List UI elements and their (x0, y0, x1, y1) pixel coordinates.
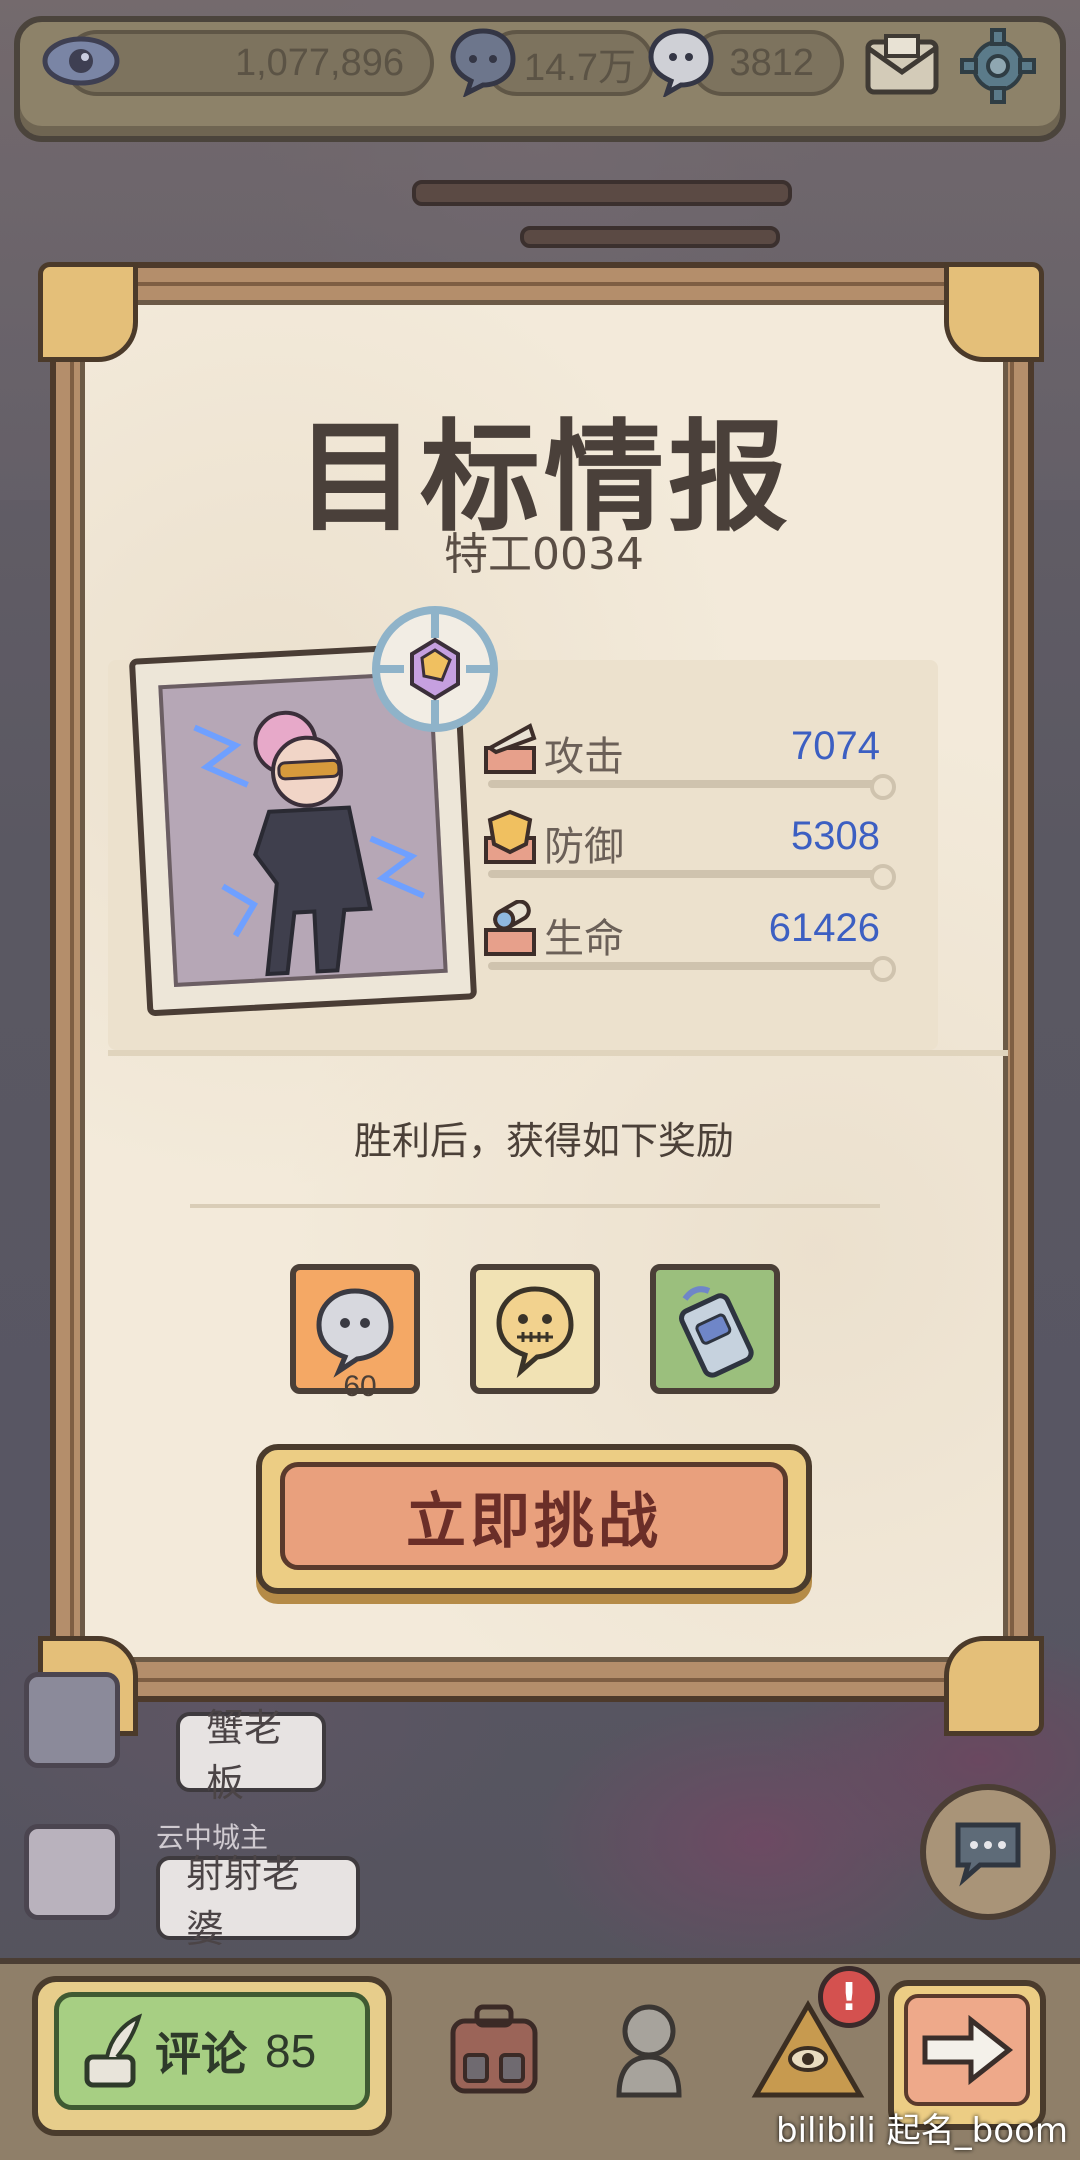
reward-item[interactable] (470, 1264, 600, 1394)
reward-count: 60 (343, 1370, 377, 1403)
chat-avatar[interactable] (24, 1672, 120, 1768)
chat-message-text: 射射老婆 (186, 1852, 301, 1951)
stat-row-health: 生命 61426 (480, 899, 910, 982)
frame-corner (944, 1636, 1044, 1736)
chat-message: 蟹老板 (176, 1706, 326, 1805)
quill-pot-icon (84, 2013, 143, 2088)
reward-divider (190, 1204, 880, 1208)
stat-bar (488, 864, 896, 890)
attack-icon (480, 718, 540, 778)
stat-label: 生命 (544, 916, 624, 962)
next-button[interactable] (904, 1994, 1030, 2106)
comment-button[interactable]: 评论 85 (54, 1992, 370, 2110)
chat-message-text: 蟹老板 (206, 1706, 283, 1805)
stat-value: 5308 (791, 814, 880, 858)
bust-button[interactable] (578, 1980, 718, 2120)
speech-bubble-icon (440, 18, 526, 104)
backpack-icon (450, 2004, 538, 2094)
ghost-bubble-icon (316, 1288, 394, 1378)
background-plank (412, 180, 792, 206)
section-divider (108, 1050, 1008, 1056)
ghost-bubble-icon (638, 18, 724, 104)
views-value: 1,077,896 (234, 41, 404, 84)
crosshair-icon (380, 614, 490, 724)
mail-icon (865, 34, 939, 95)
challenge-button[interactable]: 立即挑战 (280, 1462, 788, 1570)
ghost-value: 3812 (729, 41, 814, 84)
comment-count: 85 (265, 2025, 317, 2077)
reward-title: 胜利后，获得如下奖励 (353, 1119, 734, 1163)
defense-icon (480, 808, 540, 868)
stat-value: 7074 (791, 724, 880, 768)
stat-bar (488, 956, 896, 982)
target-name: 特工0034 (444, 529, 644, 580)
bust-statue-icon (616, 2004, 682, 2098)
mail-button[interactable] (860, 24, 944, 108)
frame-corner (944, 262, 1044, 362)
chat-message: 射射老婆 (156, 1852, 360, 1951)
stat-row-attack: 攻击 7074 (480, 718, 910, 800)
alert-badge: ! (818, 1966, 880, 2028)
background-plank (520, 226, 780, 248)
stitched-ghost-icon (496, 1286, 574, 1379)
stat-row-defense: 防御 5308 (480, 808, 910, 890)
stat-label: 防御 (544, 824, 624, 870)
health-icon (480, 899, 540, 960)
gear-icon (960, 28, 1036, 104)
stat-value: 61426 (768, 906, 880, 950)
chat-avatar[interactable] (24, 1824, 120, 1920)
frame-corner (38, 262, 138, 362)
backpack-button[interactable] (424, 1980, 564, 2120)
eye-icon (38, 18, 124, 104)
reward-item[interactable] (650, 1264, 780, 1394)
stat-label: 攻击 (544, 734, 624, 780)
settings-button[interactable] (956, 24, 1040, 108)
target-crosshair-badge (372, 606, 498, 732)
chat-bubble-icon (955, 1822, 1021, 1887)
stat-bar (488, 774, 896, 800)
comment-label: 评论 (155, 2027, 247, 2081)
arrow-right-icon (922, 2014, 1014, 2086)
watermark: bilibili 起名_boom (776, 2111, 1068, 2151)
chat-button[interactable] (920, 1784, 1056, 1920)
keycard-icon (679, 1286, 754, 1378)
bubbles-value: 14.7万 (524, 46, 636, 89)
